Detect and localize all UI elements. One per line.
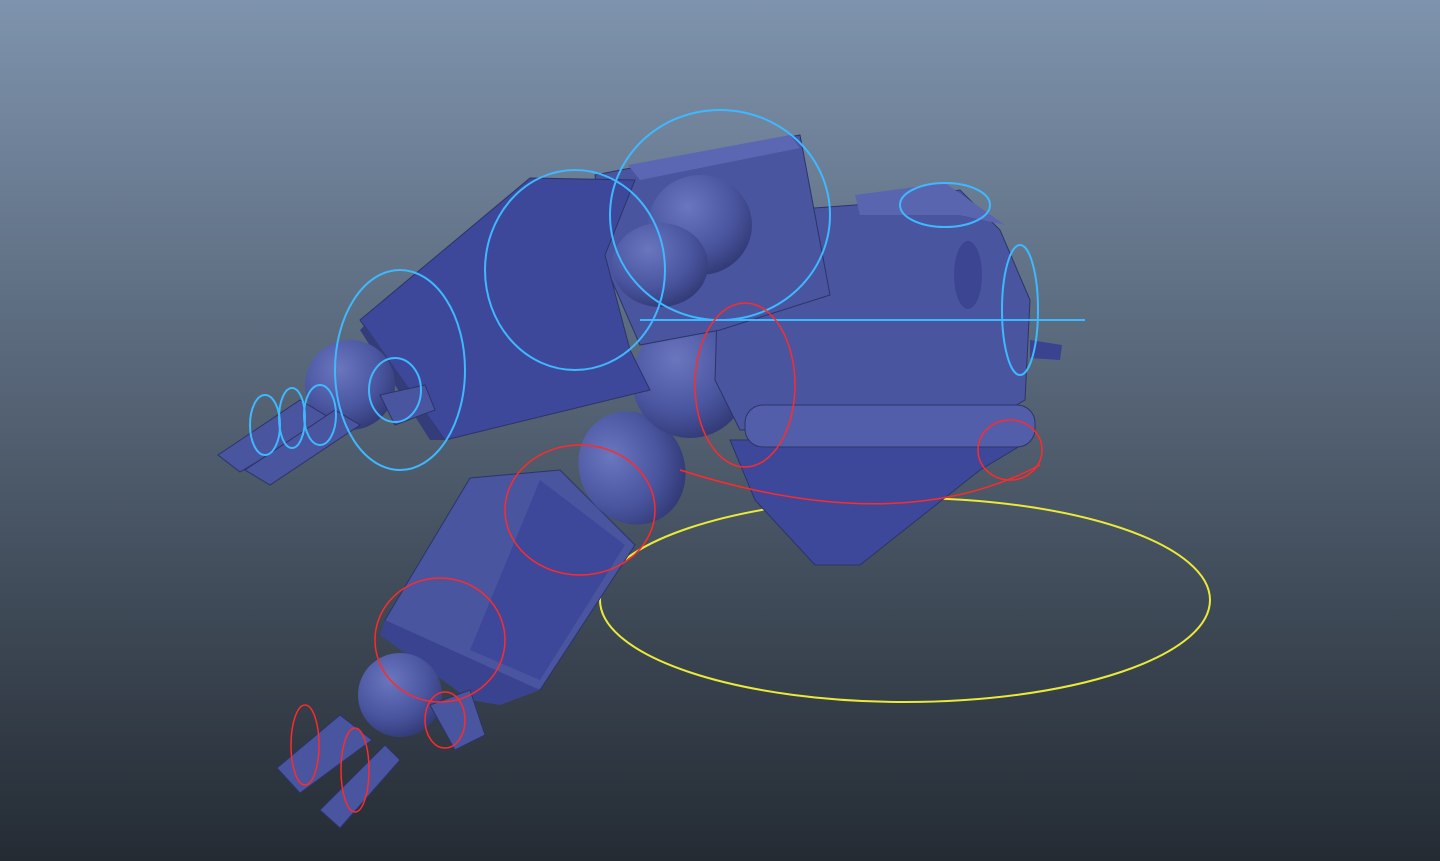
3d-viewport[interactable] (0, 0, 1440, 861)
right-ankle-ball[interactable] (358, 653, 442, 737)
viewport-canvas[interactable] (0, 0, 1440, 861)
torso-vent (954, 241, 982, 309)
viewport-background (0, 0, 1440, 861)
